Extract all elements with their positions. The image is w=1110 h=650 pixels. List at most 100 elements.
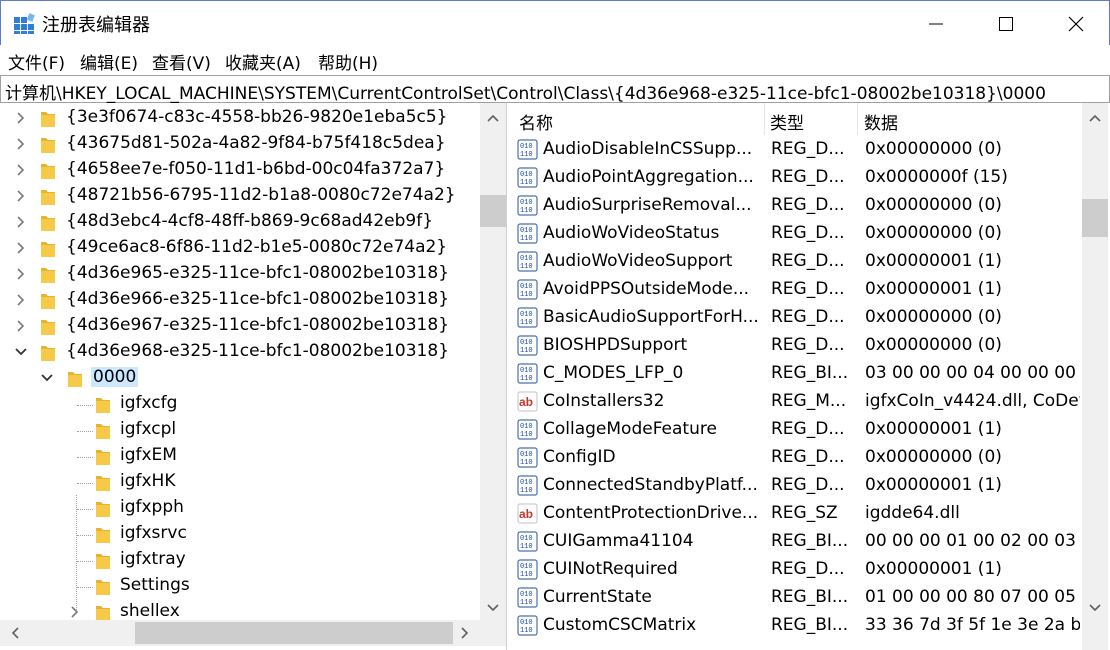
tree-scroll-thumb[interactable] (480, 195, 506, 227)
list-item[interactable]: 010 110 BIOSHPDSupport REG_D... 0x00000000 (… (512, 331, 1082, 359)
chevron-left-icon (11, 627, 19, 639)
chevron-right-icon[interactable] (14, 111, 28, 125)
values-list-pane[interactable]: 名称 类型 数据 010 110 AudioDisableInCSSupp... RE… (512, 103, 1110, 650)
list-item[interactable]: 010 110 CUINotRequired REG_D... 0x00000001 (… (512, 555, 1082, 583)
tree-scroll-up-button[interactable] (480, 105, 506, 131)
list-item[interactable]: 010 110 CollageModeFeature REG_D... 0x000000… (512, 415, 1082, 443)
list-scroll-down-button[interactable] (1082, 595, 1108, 621)
tree-item[interactable]: igfxcfg (0, 391, 480, 417)
svg-text:010: 010 (520, 339, 533, 347)
tree-scroll-right-button[interactable] (452, 620, 478, 646)
address-path[interactable]: 计算机\HKEY_LOCAL_MACHINE\SYSTEM\CurrentCon… (5, 79, 1046, 104)
tree-item[interactable]: igfxpph (0, 495, 480, 521)
svg-text:110: 110 (520, 487, 533, 495)
chevron-right-icon[interactable] (14, 215, 28, 229)
maximize-button[interactable] (971, 1, 1041, 46)
list-item[interactable]: 010 110 CustomCSCMatrix REG_BI... 33 36 7d 3… (512, 611, 1082, 639)
svg-text:010: 010 (520, 311, 533, 319)
tree-item[interactable]: {4d36e967-e325-11ce-bfc1-08002be10318} (0, 313, 480, 339)
tree-hscroll-thumb[interactable] (135, 622, 453, 644)
chevron-down-icon[interactable] (40, 371, 54, 385)
list-item[interactable]: 010 110 CurrentState REG_BI... 01 00 00 00 8… (512, 583, 1082, 611)
tree-item[interactable]: {4d36e968-e325-11ce-bfc1-08002be10318} (0, 339, 480, 365)
tree-item[interactable]: igfxHK (0, 469, 480, 495)
list-item[interactable]: 010 110 ConnectedStandbyPlatf... REG_D... 0x… (512, 471, 1082, 499)
tree-connector-line (77, 509, 93, 510)
tree-item[interactable]: {48721b56-6795-11d2-b1a8-0080c72e74a2} (0, 183, 480, 209)
tree-item[interactable]: {49ce6ac8-6f86-11d2-b1e5-0080c72e74a2} (0, 235, 480, 261)
tree-item[interactable]: igfxcpl (0, 417, 480, 443)
chevron-right-icon[interactable] (14, 241, 28, 255)
tree-item[interactable]: Settings (0, 573, 480, 599)
list-item[interactable]: 010 110 AudioDisableInCSSupp... REG_D... 0x0… (512, 135, 1082, 163)
tree-scroll-left-button[interactable] (2, 620, 28, 646)
list-item[interactable]: 010 110 AvoidPPSOutsideMode... REG_D... 0x00… (512, 275, 1082, 303)
folder-icon (41, 164, 55, 179)
tree-item-label: igfxtray (120, 549, 186, 569)
scroll-corner (481, 620, 506, 646)
folder-icon (41, 320, 55, 335)
value-type: REG_BI... (771, 363, 849, 383)
value-type: REG_M... (771, 391, 847, 411)
tree-item[interactable]: {3e3f0674-c83c-4558-bb26-9820e1eba5c5} (0, 105, 480, 131)
tree-item[interactable]: igfxsrvc (0, 521, 480, 547)
value-data: 0x00000000 (0) (865, 223, 1002, 243)
list-item[interactable]: 010 110 AudioWoVideoSupport REG_D... 0x00000… (512, 247, 1082, 275)
tree-horizontal-scrollbar[interactable] (0, 620, 506, 646)
list-scroll-up-button[interactable] (1082, 105, 1108, 131)
tree-item[interactable]: {48d3ebc4-4cf8-48ff-b869-9c68ad42eb9f} (0, 209, 480, 235)
menu-file[interactable]: 文件(F) (8, 49, 65, 74)
chevron-right-icon[interactable] (14, 137, 28, 151)
value-data: 0x00000000 (0) (865, 195, 1002, 215)
list-item[interactable]: ab ContentProtectionDrive... REG_SZ igdde64… (512, 499, 1082, 527)
column-header-data[interactable]: 数据 (864, 109, 898, 134)
minimize-button[interactable] (901, 1, 971, 46)
column-divider[interactable] (764, 103, 765, 135)
chevron-right-icon[interactable] (14, 163, 28, 177)
list-item[interactable]: 010 110 ConfigID REG_D... 0x00000000 (0) (512, 443, 1082, 471)
list-item[interactable]: 010 110 CUIGamma41104 REG_BI... 00 00 00 01 … (512, 527, 1082, 555)
window-title: 注册表编辑器 (42, 15, 150, 36)
list-item[interactable]: 010 110 BasicAudioSupportForH... REG_D... 0x… (512, 303, 1082, 331)
menu-edit[interactable]: 编辑(E) (80, 49, 138, 74)
list-item[interactable]: 010 110 AudioSurpriseRemoval... REG_D... 0x0… (512, 191, 1082, 219)
title-bar[interactable]: 注册表编辑器 (0, 0, 1110, 45)
tree-scroll-down-button[interactable] (480, 595, 506, 621)
tree-item[interactable]: igfxEM (0, 443, 480, 469)
chevron-right-icon[interactable] (14, 189, 28, 203)
tree-item[interactable]: {4d36e965-e325-11ce-bfc1-08002be10318} (0, 261, 480, 287)
column-divider[interactable] (857, 103, 858, 135)
list-scroll-thumb[interactable] (1082, 199, 1108, 237)
tree-item-label: {3e3f0674-c83c-4558-bb26-9820e1eba5c5} (66, 107, 448, 127)
folder-icon (96, 450, 110, 465)
binary-value-icon: 010110 (517, 279, 538, 300)
key-tree-pane[interactable]: {3e3f0674-c83c-4558-bb26-9820e1eba5c5} {4… (0, 103, 507, 650)
chevron-right-icon[interactable] (14, 293, 28, 307)
column-header-name[interactable]: 名称 (519, 109, 553, 134)
tree-item[interactable]: 0000 (0, 365, 480, 391)
menu-favorites[interactable]: 收藏夹(A) (225, 49, 301, 74)
close-button[interactable] (1041, 1, 1110, 46)
column-header-type[interactable]: 类型 (770, 109, 804, 134)
minimize-icon (929, 23, 943, 24)
address-bar[interactable]: 计算机\HKEY_LOCAL_MACHINE\SYSTEM\CurrentCon… (0, 75, 1110, 104)
list-item[interactable]: 010 110 C_MODES_LFP_0 REG_BI... 03 00 00 00 … (512, 359, 1082, 387)
chevron-down-icon[interactable] (14, 345, 28, 359)
value-name: ContentProtectionDrive... (543, 503, 759, 523)
menu-view[interactable]: 查看(V) (152, 49, 211, 74)
tree-item[interactable]: {43675d81-502a-4a82-9f84-b75f418c5dea} (0, 131, 480, 157)
menu-help[interactable]: 帮助(H) (318, 49, 378, 74)
chevron-right-icon[interactable] (14, 267, 28, 281)
tree-item[interactable]: igfxtray (0, 547, 480, 573)
list-item[interactable]: ab CoInstallers32 REG_M... igfxCoIn_v4424.d… (512, 387, 1082, 415)
tree-item[interactable]: {4658ee7e-f050-11d1-b6bd-00c04fa372a7} (0, 157, 480, 183)
chevron-right-icon[interactable] (68, 605, 82, 619)
tree-connector-line (77, 431, 93, 432)
chevron-right-icon[interactable] (14, 319, 28, 333)
tree-item[interactable]: {4d36e966-e325-11ce-bfc1-08002be10318} (0, 287, 480, 313)
tree-vertical-scrollbar[interactable] (480, 103, 506, 623)
list-item[interactable]: 010 110 AudioPointAggregation... REG_D... 0x… (512, 163, 1082, 191)
list-item[interactable]: 010 110 AudioWoVideoStatus REG_D... 0x000000… (512, 219, 1082, 247)
value-name: AvoidPPSOutsideMode... (543, 279, 750, 299)
list-vertical-scrollbar[interactable] (1082, 103, 1108, 650)
